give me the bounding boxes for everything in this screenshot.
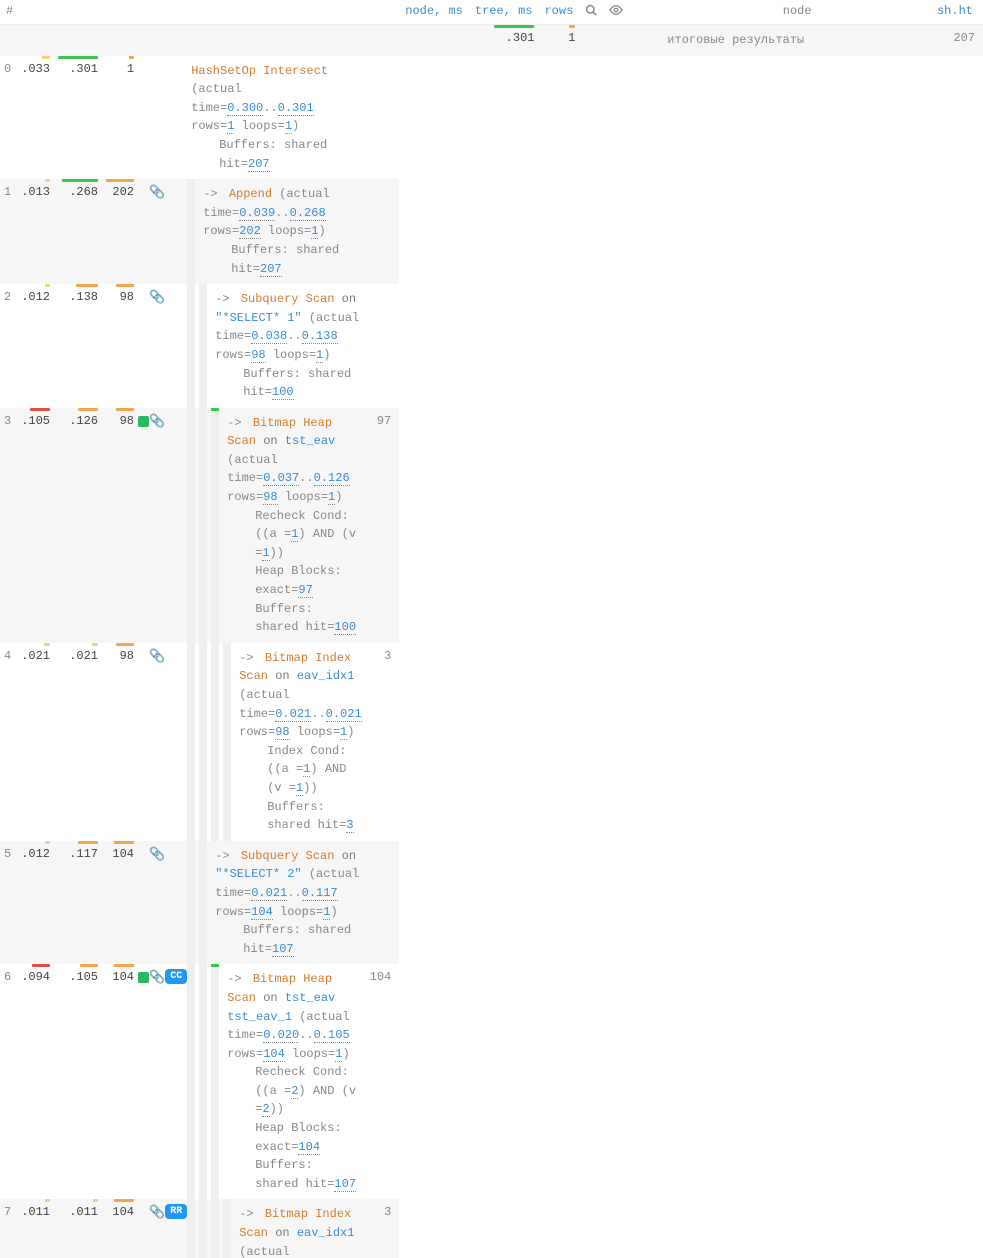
row-rows: 98	[120, 649, 134, 663]
node-title: -> Append (actual time=0.039..0.268 rows…	[203, 185, 361, 241]
node-title: -> Bitmap Heap Scan on tst_eav tst_eav_1…	[227, 970, 361, 1063]
link-icon[interactable]: 🔗	[149, 414, 165, 429]
plan-row[interactable]: 5 .012 .117 104 🔗 -> Subquery Scan on "*…	[0, 841, 399, 965]
row-tree-ms: .301	[69, 62, 98, 76]
table-header: # node, ms tree, ms rows node sh.ht	[0, 0, 983, 25]
row-rows: 104	[112, 847, 134, 861]
col-idx-header[interactable]: #	[0, 0, 399, 25]
row-right-metric: 104	[366, 964, 400, 1199]
row-index: 2	[0, 284, 17, 408]
row-index: 0	[0, 56, 17, 180]
row-tree-ms: .011	[69, 1205, 98, 1219]
row-node-ms: .094	[21, 970, 50, 984]
row-right-metric: 97	[366, 408, 400, 643]
row-tree-ms: .268	[69, 185, 98, 199]
node-title: HashSetOp Intersect (actual time=0.300..…	[191, 62, 361, 136]
shht-link[interactable]: sh.ht	[931, 0, 983, 25]
plan-row[interactable]: 6 .094 .105 104 🔗 CC -> Bitmap Heap Scan…	[0, 964, 399, 1199]
link-icon[interactable]: 🔗	[149, 847, 165, 862]
row-index: 4	[0, 643, 17, 841]
summary-rows: 1	[568, 31, 575, 45]
row-right-metric	[366, 56, 400, 180]
row-rows: 202	[112, 185, 134, 199]
row-node-ms: .011	[21, 1205, 50, 1219]
tag-pill[interactable]: RR	[165, 1204, 187, 1219]
row-tree-ms: .105	[69, 970, 98, 984]
search-icon[interactable]	[579, 0, 603, 25]
row-node-ms: .013	[21, 185, 50, 199]
row-rows: 104	[112, 1205, 134, 1219]
node-title: -> Bitmap Index Scan on eav_idx1 (actual…	[239, 649, 361, 742]
eye-icon[interactable]	[603, 0, 629, 25]
row-rows: 1	[127, 62, 134, 76]
row-right-metric	[366, 284, 400, 408]
row-tree-ms: .021	[69, 649, 98, 663]
col-rows-header[interactable]: rows	[538, 0, 579, 25]
row-index: 5	[0, 841, 17, 965]
summary-title: итоговые результаты	[667, 33, 804, 47]
row-node-ms: .033	[21, 62, 50, 76]
row-right-metric	[366, 179, 400, 284]
plan-row[interactable]: 3 .105 .126 98 🔗 -> Bitmap Heap Scan on …	[0, 408, 399, 643]
summary-right: 207	[953, 31, 975, 45]
link-icon[interactable]: 🔗	[149, 1205, 165, 1220]
plan-row[interactable]: 1 .013 .268 202 🔗 -> Append (actual time…	[0, 179, 399, 284]
col-node-label-header[interactable]: node	[663, 0, 931, 25]
row-node-ms: .021	[21, 649, 50, 663]
row-right-metric: 3	[366, 1199, 400, 1258]
node-title: -> Subquery Scan on "*SELECT* 1" (actual…	[215, 290, 361, 364]
row-index: 3	[0, 408, 17, 643]
node-title: -> Bitmap Index Scan on eav_idx1 (actual…	[239, 1205, 361, 1258]
plan-row[interactable]: 4 .021 .021 98 🔗 -> Bitmap Index Scan on…	[0, 643, 399, 841]
node-title: -> Subquery Scan on "*SELECT* 2" (actual…	[215, 847, 361, 921]
row-index: 7	[0, 1199, 17, 1258]
summary-tree: .301	[506, 31, 535, 45]
plan-row[interactable]: 0 .033 .301 1 HashSetOp Intersect (actua…	[0, 56, 399, 180]
node-title: -> Bitmap Heap Scan on tst_eav (actual t…	[227, 414, 361, 507]
link-icon[interactable]: 🔗	[149, 649, 165, 664]
row-right-metric	[366, 841, 400, 965]
row-node-ms: .105	[21, 414, 50, 428]
row-right-metric: 3	[366, 643, 400, 841]
row-rows: 98	[120, 290, 134, 304]
explain-plan-table: # node, ms tree, ms rows node sh.ht .301…	[0, 0, 983, 1258]
link-icon[interactable]: 🔗	[149, 290, 165, 305]
row-node-ms: .012	[21, 290, 50, 304]
density-indicator	[138, 416, 149, 427]
tag-pill[interactable]: CC	[165, 969, 187, 984]
col-tree-ms-header[interactable]: tree, ms	[469, 0, 539, 25]
row-tree-ms: .126	[69, 414, 98, 428]
row-index: 6	[0, 964, 17, 1199]
summary-row: .301 1 итоговые результаты 207	[0, 25, 983, 56]
plan-row[interactable]: 2 .012 .138 98 🔗 -> Subquery Scan on "*S…	[0, 284, 399, 408]
density-indicator	[138, 972, 149, 983]
row-tree-ms: .117	[69, 847, 98, 861]
row-index: 1	[0, 179, 17, 284]
row-rows: 98	[120, 414, 134, 428]
link-icon[interactable]: 🔗	[149, 970, 165, 985]
link-icon[interactable]: 🔗	[149, 185, 165, 200]
row-tree-ms: .138	[69, 290, 98, 304]
row-node-ms: .012	[21, 847, 50, 861]
row-rows: 104	[112, 970, 134, 984]
plan-row[interactable]: 7 .011 .011 104 🔗 RR -> Bitmap Index Sca…	[0, 1199, 399, 1258]
col-node-ms-header[interactable]: node, ms	[399, 0, 469, 25]
